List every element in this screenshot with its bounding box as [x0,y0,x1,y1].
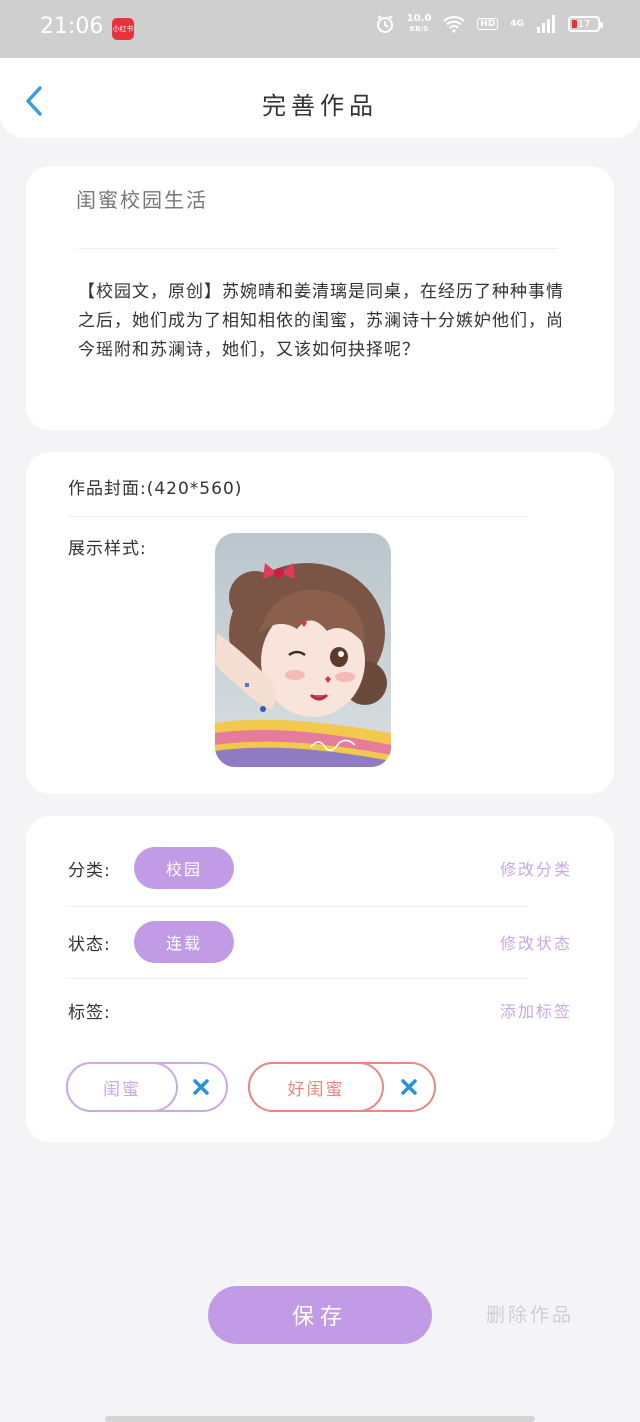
status-label: 状态: [68,935,111,955]
net-speed: 10.0 KB/S [406,13,432,34]
divider [78,248,558,249]
app-notification-icon: 小红书 [112,18,134,40]
status-bar: 21:06 小红书 10.0 KB/S HD 4G 17 [0,0,640,58]
delete-work-button[interactable]: 删除作品 [486,1300,574,1327]
close-icon[interactable] [192,1078,210,1096]
tag-label: 闺蜜 [66,1062,178,1112]
category-label: 分类: [68,861,111,881]
status-chip: 连载 [134,921,234,963]
tag-item: 闺蜜 [66,1062,228,1112]
status-time: 21:06 [40,14,104,39]
divider [68,978,528,979]
category-chip: 校园 [134,847,234,889]
cover-card: 作品封面:(420*560) 展示样式: [26,452,614,794]
tags-label: 标签: [68,1003,111,1023]
tag-label: 好闺蜜 [248,1062,384,1112]
battery-level [572,20,577,28]
signal-icon [537,15,555,33]
work-title-field[interactable]: 闺蜜校园生活 [76,184,208,213]
add-tag-link[interactable]: 添加标签 [500,998,572,1022]
work-description-field[interactable]: 【校园文，原创】苏婉晴和姜清璃是同桌，在经历了种种事情之后，她们成为了相知相依的… [78,278,568,365]
hd-icon: HD [477,18,499,30]
divider [68,516,528,517]
battery-icon: 17 [568,16,603,32]
nav-bar: 完善作品 [0,58,640,138]
divider [68,906,528,907]
work-info-card: 闺蜜校园生活 【校园文，原创】苏婉晴和姜清璃是同桌，在经历了种种事情之后，她们成… [26,166,614,430]
home-indicator[interactable] [105,1416,535,1422]
close-icon[interactable] [400,1078,418,1096]
status-icons: 10.0 KB/S HD 4G 17 [375,13,603,34]
cover-label: 作品封面:(420*560) [68,479,243,499]
display-style-label: 展示样式: [68,539,147,559]
network-type: 4G [510,19,524,29]
meta-card: 分类: 校园 修改分类 状态: 连载 修改状态 标签: 添加标签 闺蜜 好闺蜜 [26,816,614,1142]
edit-category-link[interactable]: 修改分类 [500,856,572,880]
cover-image[interactable] [215,533,391,767]
wifi-icon [443,16,465,33]
edit-status-link[interactable]: 修改状态 [500,930,572,954]
page-title: 完善作品 [262,92,378,120]
tag-item: 好闺蜜 [248,1062,436,1112]
save-button[interactable]: 保存 [208,1286,432,1344]
alarm-icon [376,15,393,33]
